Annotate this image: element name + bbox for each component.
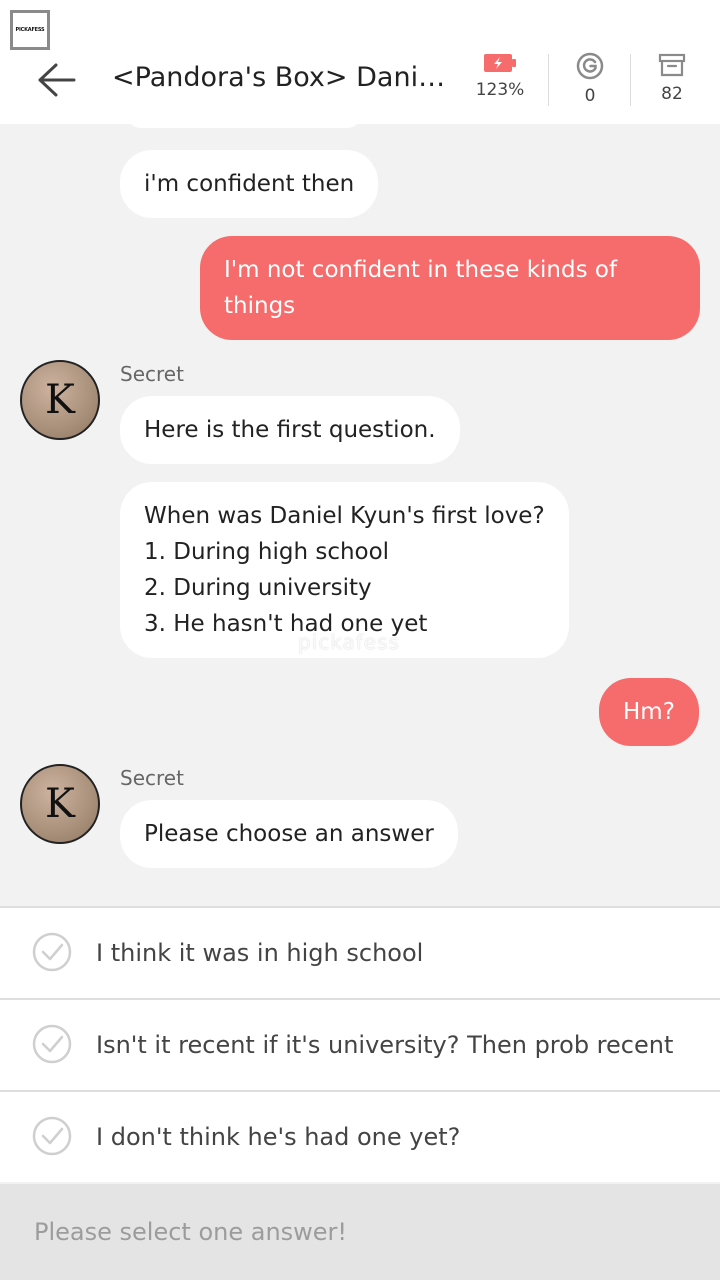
battery-icon (484, 54, 516, 72)
message-bubble: i'm confident then (120, 150, 379, 218)
check-circle-icon (32, 1024, 72, 1064)
my-message-bubble: Hm? (599, 678, 699, 746)
chat-title: <Pandora's Box> Daniel... (112, 62, 448, 93)
archive-stat[interactable]: 82 (642, 52, 702, 108)
battery-value: 123% (475, 80, 525, 100)
check-circle-icon (32, 1116, 72, 1156)
footer-text: Please select one answer! (34, 1218, 348, 1246)
sender-name: Secret (120, 766, 184, 790)
message-bubble: Here is the first question. (120, 396, 460, 464)
question-line: When was Daniel Kyun's first love? (144, 503, 545, 529)
message-text: i'm confident then (144, 171, 355, 197)
app-logo: PICKAFESS (10, 10, 50, 50)
archive-value: 82 (661, 84, 683, 104)
avatar-letter: K (45, 781, 75, 827)
answer-option-label: I don't think he's had one yet? (96, 1123, 461, 1151)
archive-box-icon (658, 53, 686, 77)
message-bubble: Please choose an answer (120, 800, 458, 868)
answer-option[interactable]: Isn't it recent if it's university? Then… (0, 998, 720, 1090)
question-line: 2. During university (144, 575, 372, 601)
message-text: Hm? (623, 699, 675, 725)
answer-option[interactable]: I don't think he's had one yet? (0, 1090, 720, 1182)
sender-name: Secret (120, 362, 184, 386)
message-text: I'm not confident in these kinds of thin… (224, 257, 618, 319)
answer-option[interactable]: I think it was in high school (0, 906, 720, 998)
chat-area[interactable]: i'm confident then I'm not confident in … (0, 124, 720, 906)
app-logo-text: PICKAFESS (15, 27, 45, 33)
avatar-letter: K (45, 377, 75, 423)
g-coin-icon (576, 52, 604, 80)
check-circle-icon (32, 932, 72, 972)
question-line: 1. During high school (144, 539, 390, 565)
footer-status: Please select one answer! (0, 1184, 720, 1280)
message-text: Here is the first question. (144, 417, 436, 443)
arrow-left-icon (38, 63, 76, 97)
watermark: pickafess (298, 630, 400, 654)
divider (548, 54, 549, 106)
answer-option-label: Isn't it recent if it's university? Then… (96, 1031, 674, 1059)
avatar[interactable]: K (20, 764, 100, 844)
header: PICKAFESS <Pandora's Box> Daniel... 123%… (0, 0, 720, 124)
my-message-bubble: I'm not confident in these kinds of thin… (200, 236, 700, 340)
coin-stat[interactable]: 0 (560, 52, 620, 108)
answer-option-label: I think it was in high school (96, 939, 424, 967)
battery-stat[interactable]: 123% (470, 52, 530, 108)
divider (630, 54, 631, 106)
message-text: Please choose an answer (144, 821, 434, 847)
answer-options: I think it was in high school Isn't it r… (0, 906, 720, 1182)
previous-message-bubble (126, 124, 362, 128)
avatar[interactable]: K (20, 360, 100, 440)
coin-value: 0 (584, 86, 596, 106)
back-button[interactable] (28, 56, 84, 104)
